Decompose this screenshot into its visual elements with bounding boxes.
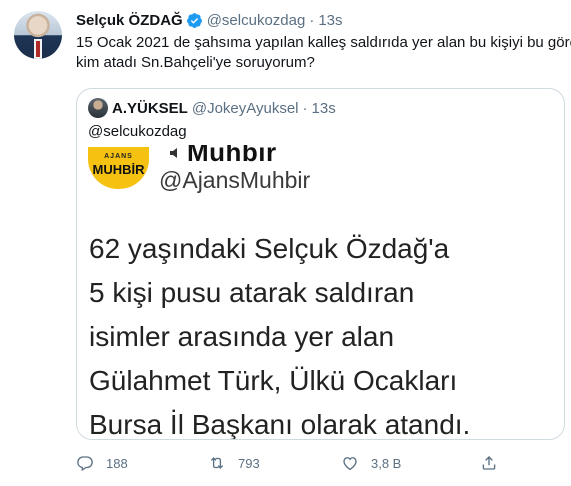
quoted-time-separator: · — [302, 99, 308, 117]
logo-small-text: AJANS — [104, 153, 133, 160]
muted-speaker-icon — [170, 148, 177, 158]
quoted-author-name: A.YÜKSEL — [112, 99, 188, 117]
reply-count: 188 — [106, 455, 128, 471]
reply-button[interactable]: 188 — [76, 452, 128, 474]
logo-big-text: MUHBİR — [92, 162, 145, 177]
like-icon — [343, 457, 357, 471]
share-button[interactable] — [480, 452, 510, 474]
retweet-icon — [210, 457, 224, 469]
media-handle: @AjansMuhbir — [159, 167, 311, 193]
retweet-count: 793 — [238, 455, 260, 471]
quoted-author-handle: @JokeyAyuksel — [191, 99, 299, 117]
tweet-text-line: kim atadı Sn.Bahçeli'ye soruyorum? — [76, 54, 315, 71]
author-handle[interactable]: @selcukozdag — [207, 12, 306, 29]
share-icon — [482, 456, 496, 470]
media-line: Gülahmet Türk, Ülkü Ocakları — [89, 365, 458, 396]
media-line: isimler arasında yer alan — [89, 321, 395, 352]
like-count: 3,8 B — [371, 455, 402, 471]
tweet-text: 15 Ocak 2021 de şahsıma yapılan kalleş s… — [76, 33, 571, 73]
ajans-muhbir-logo: AJANS MUHBİR — [88, 147, 149, 189]
time-separator: · — [309, 11, 315, 29]
tweet[interactable]: Selçuk ÖZDAĞ @selcukozdag · 13s 15 Ocak … — [0, 0, 571, 486]
verified-badge-icon — [186, 12, 202, 28]
tweet-text-line: 15 Ocak 2021 de şahsıma yapılan kalleş s… — [76, 34, 571, 51]
media-line: 62 yaşındaki Selçuk Özdağ'a — [89, 233, 450, 264]
avatar-tie — [36, 41, 40, 57]
media-line: 5 kişi pusu atarak saldıran — [89, 277, 415, 308]
retweet-button[interactable]: 793 — [208, 452, 260, 474]
quoted-time: 13s — [311, 99, 336, 117]
tweet-header: Selçuk ÖZDAĞ @selcukozdag · 13s — [76, 10, 343, 30]
media-line: Bursa İl Başkanı olarak atandı. — [89, 409, 471, 440]
media-cut-title: Muhbir — [187, 145, 277, 167]
tweet-actions: 188 793 3,8 B — [76, 452, 516, 474]
quoted-tweet[interactable]: A.YÜKSEL @JokeyAyuksel · 13s @selcukozda… — [76, 88, 565, 440]
author-name[interactable]: Selçuk ÖZDAĞ — [76, 12, 183, 29]
quoted-avatar — [88, 98, 108, 118]
quoted-header: A.YÜKSEL @JokeyAyuksel · 13s — [88, 98, 336, 118]
media-body-text: 62 yaşındaki Selçuk Özdağ'a 5 kişi pusu … — [89, 227, 559, 440]
author-avatar[interactable] — [14, 11, 62, 59]
tweet-time[interactable]: 13s — [318, 12, 342, 29]
quoted-media-image[interactable]: AJANS MUHBİR Muhbir @AjansMuhbir 62 yaşı… — [77, 145, 564, 440]
like-button[interactable]: 3,8 B — [341, 452, 401, 474]
reply-icon — [77, 456, 93, 472]
quoted-text: @selcukozdag — [88, 123, 187, 140]
